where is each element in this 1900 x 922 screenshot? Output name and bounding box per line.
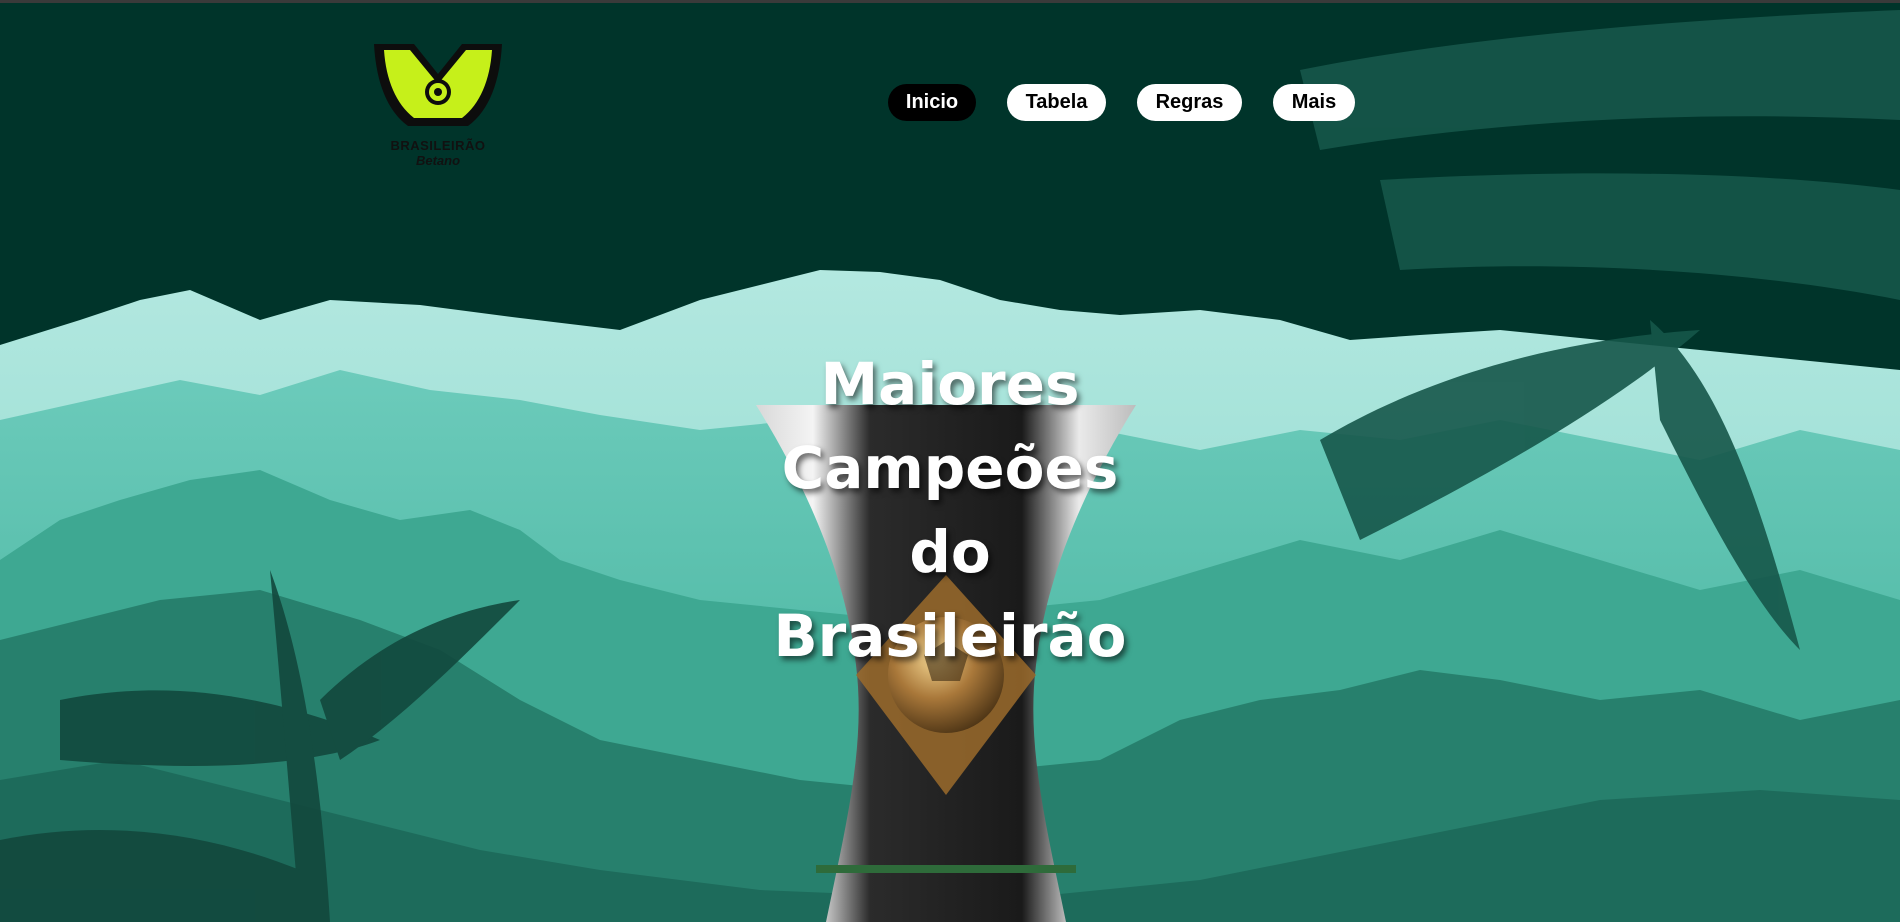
hero-title-line2: do	[909, 518, 991, 586]
logo-wordmark: BRASILEIRÃO	[390, 138, 486, 153]
brasileirao-logo-icon[interactable]: BRASILEIRÃO Betano	[372, 40, 504, 172]
page: BRASILEIRÃO Betano Inicio Tabela Regras …	[0, 0, 1900, 922]
site-header: BRASILEIRÃO Betano Inicio Tabela Regras …	[0, 0, 1900, 180]
hero-title: Maiores Campeões do Brasileirão	[650, 342, 1250, 678]
logo-shield-icon	[374, 44, 502, 126]
hero-title-line3: Brasileirão	[773, 602, 1127, 670]
nav-mais-button[interactable]: Mais	[1273, 84, 1355, 121]
nav-inicio-button[interactable]: Inicio	[888, 84, 976, 121]
nav-regras-button[interactable]: Regras	[1137, 84, 1242, 121]
main-nav: Inicio Tabela Regras Mais	[888, 84, 1386, 121]
hero-title-line1: Maiores Campeões	[781, 350, 1119, 502]
logo-sponsor: Betano	[415, 153, 461, 168]
nav-tabela-button[interactable]: Tabela	[1007, 84, 1106, 121]
